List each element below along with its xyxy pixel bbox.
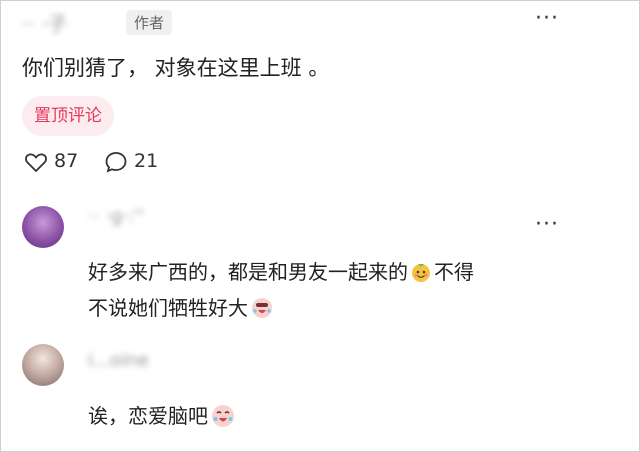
reply-text: 不说她们牺牲好大 — [88, 296, 248, 320]
pinned-comment-badge: 置顶评论 — [22, 96, 114, 136]
post-username[interactable]: ·· ·子 — [22, 8, 67, 37]
reply-more-icon[interactable]: ··· — [535, 214, 559, 236]
cry-emoji — [210, 403, 236, 429]
reply-text: 诶，恋爱脑吧 — [88, 404, 208, 428]
cry-emoji — [250, 296, 274, 320]
reply-username[interactable]: i...oine — [88, 350, 149, 371]
comment-count: 21 — [134, 150, 159, 172]
smile-emoji — [410, 261, 432, 283]
author-badge: 作者 — [126, 10, 173, 35]
reply-text-line1: 好多来广西的，都是和男友一起来的 不得 — [88, 256, 474, 285]
like-count: 87 — [54, 150, 79, 172]
reply-text-line1: 诶，恋爱脑吧 — [88, 400, 236, 429]
reply-text: 好多来广西的，都是和男友一起来的 — [88, 260, 408, 284]
avatar[interactable] — [22, 206, 64, 248]
avatar[interactable] — [22, 344, 64, 386]
reply-username[interactable]: ·· ·g·:'' — [88, 206, 144, 227]
post-more-icon[interactable]: ··· — [535, 8, 559, 30]
reply-text-line2: 不说她们牺牲好大 — [88, 292, 274, 321]
comment-icon[interactable] — [104, 150, 128, 174]
heart-icon[interactable] — [24, 150, 48, 174]
reply-text: 不得 — [434, 260, 474, 284]
post-content: 你们别猜了， 对象在这里上班 。 — [22, 56, 330, 80]
